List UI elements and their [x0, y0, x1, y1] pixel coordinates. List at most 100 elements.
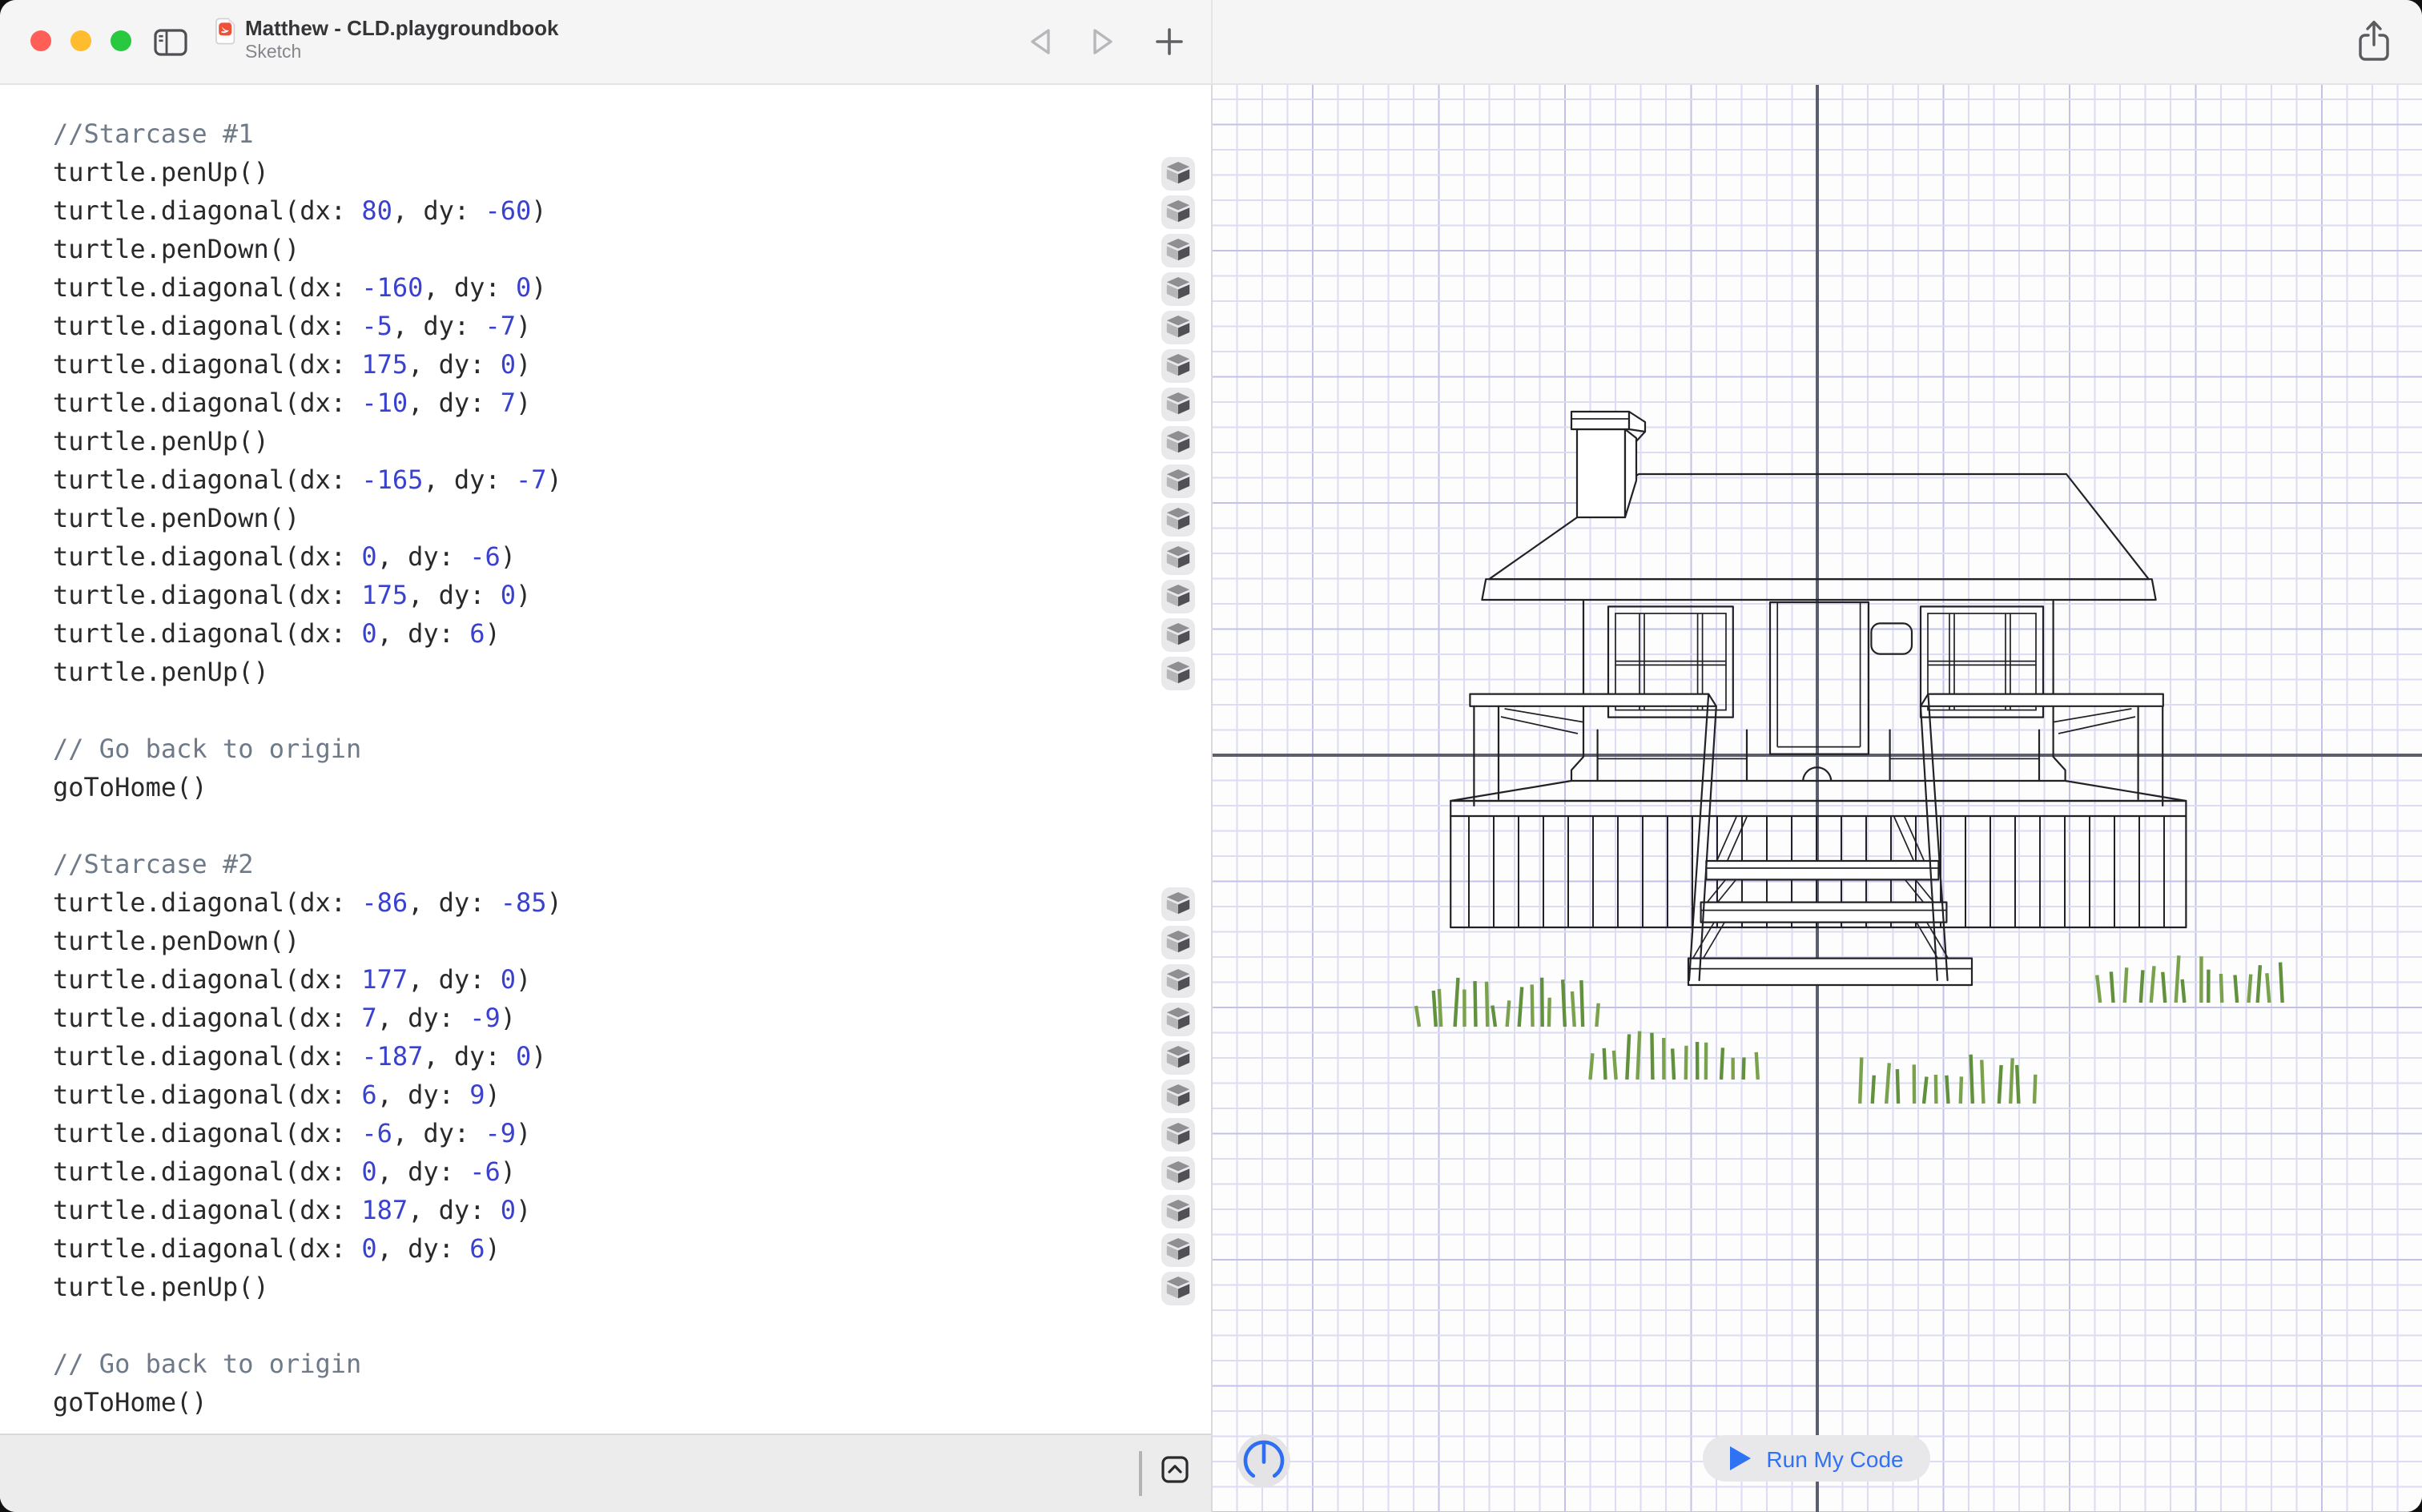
page-subtitle: Sketch: [245, 43, 302, 62]
code-line[interactable]: goToHome(): [0, 1384, 1211, 1422]
code-line[interactable]: turtle.diagonal(dx: 0, dy: -6): [0, 1153, 1211, 1192]
code-line[interactable]: turtle.diagonal(dx: -10, dy: 7): [0, 384, 1211, 423]
code-line[interactable]: // Go back to origin: [0, 730, 1211, 769]
speedometer-icon: [1237, 1434, 1290, 1487]
page-title: Matthew - CLD.playgroundbook: [245, 16, 559, 40]
forward-button[interactable]: [1089, 27, 1115, 61]
code-line[interactable]: turtle.penUp(): [0, 653, 1211, 692]
literal-cube-button[interactable]: [1161, 425, 1195, 459]
play-icon: [1729, 1446, 1751, 1470]
literal-cube-button[interactable]: [1161, 1117, 1195, 1151]
literal-cube-button[interactable]: [1161, 1156, 1195, 1189]
run-my-code-button[interactable]: Run My Code: [1703, 1435, 1930, 1482]
cube-icon: [1166, 931, 1190, 953]
code-line[interactable]: //Starcase #1: [0, 115, 1211, 154]
code-line[interactable]: turtle.diagonal(dx: 177, dy: 0): [0, 961, 1211, 999]
minimize-window-button[interactable]: [70, 30, 91, 51]
right-rail: [1919, 693, 2164, 707]
cube-icon: [1166, 1161, 1190, 1184]
literal-cube-button[interactable]: [1161, 1271, 1195, 1305]
cube-icon: [1166, 1200, 1190, 1222]
code-line[interactable]: [0, 1307, 1211, 1345]
share-button[interactable]: [2358, 19, 2390, 67]
literal-cube-button[interactable]: [1161, 271, 1195, 305]
cube-icon: [1166, 1277, 1190, 1299]
code-editor-pane: //Starcase #1 turtle.penUp() turtle.diagon…: [0, 83, 1211, 1512]
code-line[interactable]: turtle.diagonal(dx: -187, dy: 0): [0, 1038, 1211, 1076]
cube-icon: [1166, 1238, 1190, 1261]
literal-cube-button[interactable]: [1161, 156, 1195, 190]
literal-cube-button[interactable]: [1161, 348, 1195, 382]
code-line[interactable]: //Starcase #2: [0, 846, 1211, 884]
cube-icon: [1166, 1084, 1190, 1107]
code-line[interactable]: turtle.diagonal(dx: -160, dy: 0): [0, 269, 1211, 308]
literal-cube-button[interactable]: [1161, 1079, 1195, 1112]
zoom-window-button[interactable]: [111, 30, 131, 51]
stair-stringers: [1692, 816, 1949, 959]
code-line[interactable]: turtle.penDown(): [0, 923, 1211, 961]
literal-cube-button[interactable]: [1161, 464, 1195, 497]
code-line[interactable]: turtle.diagonal(dx: 175, dy: 0): [0, 346, 1211, 384]
code-line[interactable]: goToHome(): [0, 769, 1211, 807]
code-line[interactable]: turtle.diagonal(dx: 187, dy: 0): [0, 1192, 1211, 1230]
code-line[interactable]: turtle.diagonal(dx: 175, dy: 0): [0, 577, 1211, 615]
code-line[interactable]: turtle.penDown(): [0, 500, 1211, 538]
code-line[interactable]: turtle.diagonal(dx: 7, dy: -9): [0, 999, 1211, 1038]
cube-icon: [1166, 162, 1190, 184]
document-header: Matthew - CLD.playgroundbook Sketch: [215, 16, 558, 62]
literal-cube-button[interactable]: [1161, 887, 1195, 920]
collapse-keyboard-button[interactable]: [1161, 1456, 1189, 1488]
code-line[interactable]: turtle.diagonal(dx: 6, dy: 9): [0, 1076, 1211, 1115]
literal-cube-button[interactable]: [1161, 617, 1195, 651]
code-line[interactable]: [0, 692, 1211, 730]
sidebar-toggle-button[interactable]: [154, 29, 187, 56]
cube-icon: [1166, 354, 1190, 376]
sidebar-icon: [154, 29, 187, 56]
code-line[interactable]: turtle.penDown(): [0, 231, 1211, 269]
code-line[interactable]: turtle.penUp(): [0, 1269, 1211, 1307]
literal-cube-button[interactable]: [1161, 195, 1195, 228]
live-view-pane: Run My Code: [1211, 83, 2422, 1512]
cube-icon: [1166, 316, 1190, 338]
back-button[interactable]: [1028, 27, 1054, 61]
code-line[interactable]: turtle.diagonal(dx: 0, dy: 6): [0, 615, 1211, 653]
cube-icon: [1166, 469, 1190, 492]
literal-cube-button[interactable]: [1161, 310, 1195, 344]
cube-icon: [1166, 1123, 1190, 1145]
code-editor[interactable]: //Starcase #1 turtle.penUp() turtle.diagon…: [0, 83, 1211, 1435]
code-line[interactable]: turtle.diagonal(dx: 80, dy: -60): [0, 192, 1211, 231]
literal-cube-button[interactable]: [1161, 541, 1195, 574]
code-line[interactable]: turtle.diagonal(dx: -165, dy: -7): [0, 461, 1211, 500]
code-line[interactable]: [0, 807, 1211, 846]
code-line[interactable]: turtle.penUp(): [0, 154, 1211, 192]
speed-gauge-button[interactable]: [1237, 1434, 1291, 1488]
literal-cube-button[interactable]: [1161, 1233, 1195, 1266]
literal-cube-button[interactable]: [1161, 1002, 1195, 1035]
run-button-label: Run My Code: [1766, 1446, 1904, 1471]
cube-icon: [1166, 662, 1190, 684]
code-line[interactable]: turtle.diagonal(dx: 0, dy: -6): [0, 538, 1211, 577]
literal-cube-button[interactable]: [1161, 387, 1195, 420]
close-window-button[interactable]: [30, 30, 51, 51]
bottom-bar-divider: [1139, 1451, 1141, 1496]
add-page-button[interactable]: [1155, 27, 1184, 61]
code-line[interactable]: turtle.diagonal(dx: -86, dy: -85): [0, 884, 1211, 923]
literal-cube-button[interactable]: [1161, 579, 1195, 613]
code-line[interactable]: // Go back to origin: [0, 1345, 1211, 1384]
cube-icon: [1166, 239, 1190, 261]
code-line[interactable]: turtle.penUp(): [0, 423, 1211, 461]
code-line[interactable]: turtle.diagonal(dx: 0, dy: 6): [0, 1230, 1211, 1269]
literal-cube-button[interactable]: [1161, 656, 1195, 690]
cube-icon: [1166, 1007, 1190, 1030]
literal-cube-button[interactable]: [1161, 1194, 1195, 1228]
literal-cube-button[interactable]: [1161, 233, 1195, 267]
code-line[interactable]: turtle.diagonal(dx: -5, dy: -7): [0, 308, 1211, 346]
cube-icon: [1166, 1046, 1190, 1068]
literal-cube-button[interactable]: [1161, 1040, 1195, 1074]
chevron-back-icon: [1031, 29, 1050, 54]
code-line[interactable]: turtle.diagonal(dx: -6, dy: -9): [0, 1115, 1211, 1153]
literal-cube-button[interactable]: [1161, 925, 1195, 959]
literal-cube-button[interactable]: [1161, 502, 1195, 536]
literal-cube-button[interactable]: [1161, 963, 1195, 997]
turtle-canvas[interactable]: [1213, 83, 2422, 1512]
